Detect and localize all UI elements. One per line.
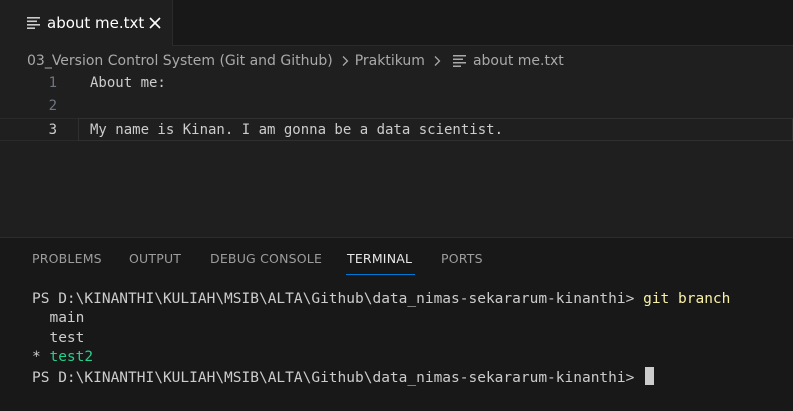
line-text: My name is Kinan. I am gonna be a data s… [90, 122, 504, 138]
bottom-panel: PROBLEMS OUTPUT DEBUG CONSOLE TERMINAL P… [0, 237, 793, 411]
terminal-line: PS D:\KINANTHI\KULIAH\MSIB\ALTA\Github\d… [32, 289, 730, 309]
editor-tab-bar: about me.txt [0, 0, 793, 46]
line-number: 2 [48, 98, 57, 114]
line-number: 3 [48, 122, 57, 138]
current-branch: test2 [49, 349, 94, 365]
terminal-line: main [32, 310, 85, 326]
breadcrumb-item-file[interactable]: about me.txt [473, 51, 564, 71]
current-branch-marker: * [32, 349, 50, 365]
terminal-prompt: PS D:\KINANTHI\KULIAH\MSIB\ALTA\Github\d… [32, 370, 635, 386]
terminal-cursor [645, 367, 655, 385]
text-file-icon [452, 55, 466, 67]
chevron-right-icon [434, 56, 441, 66]
breadcrumb-item-subfolder[interactable]: Praktikum [355, 51, 425, 71]
tab-output[interactable]: OUTPUT [129, 251, 181, 267]
breadcrumb-item-folder[interactable]: 03_Version Control System (Git and Githu… [27, 51, 333, 71]
terminal-output[interactable]: PS D:\KINANTHI\KULIAH\MSIB\ALTA\Github\d… [0, 288, 793, 411]
editor-line-active: 3 My name is Kinan. I am gonna be a data… [0, 118, 793, 141]
text-editor[interactable]: 1 About me: 2 3 My name is Kinan. I am g… [0, 72, 793, 237]
editor-line: 1 About me: [0, 72, 793, 95]
terminal-line: test [32, 330, 85, 346]
active-tab-indicator [346, 274, 415, 275]
vscode-window: about me.txt 03_Version Control System (… [0, 0, 793, 411]
close-icon[interactable] [148, 16, 162, 30]
text-file-icon [27, 17, 40, 29]
chevron-right-icon [342, 56, 349, 66]
tab-about-me[interactable]: about me.txt [0, 0, 173, 46]
tab-problems[interactable]: PROBLEMS [32, 251, 102, 267]
terminal-line: * test2 [32, 347, 93, 367]
terminal-line: PS D:\KINANTHI\KULIAH\MSIB\ALTA\Github\d… [32, 367, 655, 388]
editor-line: 2 [0, 95, 793, 118]
tab-label: about me.txt [47, 14, 145, 32]
breadcrumb: 03_Version Control System (Git and Githu… [27, 50, 564, 72]
terminal-prompt: PS D:\KINANTHI\KULIAH\MSIB\ALTA\Github\d… [32, 291, 635, 307]
terminal-command: git branch [643, 291, 731, 307]
tab-debug-console[interactable]: DEBUG CONSOLE [210, 251, 322, 267]
tab-ports[interactable]: PORTS [441, 251, 483, 267]
tab-terminal[interactable]: TERMINAL [347, 251, 412, 267]
line-number: 1 [48, 75, 57, 91]
panel-tabs: PROBLEMS OUTPUT DEBUG CONSOLE TERMINAL P… [0, 238, 793, 278]
line-text: About me: [90, 75, 166, 91]
